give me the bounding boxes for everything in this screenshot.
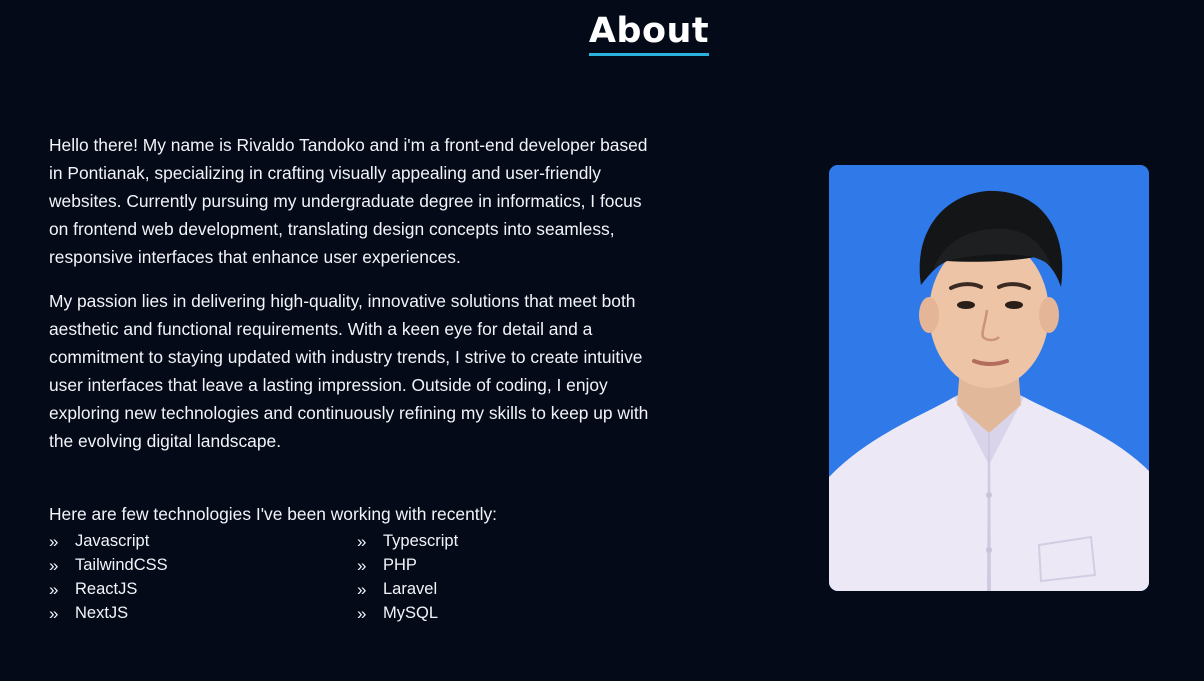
chevron-double-right-icon: »: [49, 579, 59, 599]
tech-label: ReactJS: [75, 579, 138, 598]
tech-item: » Javascript: [49, 529, 357, 553]
about-description: Hello there! My name is Rivaldo Tandoko …: [49, 131, 659, 471]
portrait-illustration: [829, 165, 1149, 591]
section-title: About: [588, 10, 710, 56]
about-section: About Hello there! My name is Rivaldo Ta…: [0, 0, 1204, 681]
about-paragraph-1: Hello there! My name is Rivaldo Tandoko …: [49, 135, 648, 267]
tech-label: PHP: [383, 555, 417, 574]
about-paragraph-2: My passion lies in delivering high-quali…: [49, 291, 649, 451]
chevron-double-right-icon: »: [357, 531, 367, 551]
tech-label: NextJS: [75, 603, 129, 622]
tech-item: » TailwindCSS: [49, 553, 357, 577]
section-title-wrapper: About: [0, 10, 1204, 56]
tech-label: Typescript: [383, 531, 459, 550]
tech-item: » PHP: [357, 553, 665, 577]
tech-item: » ReactJS: [49, 577, 357, 601]
chevron-double-right-icon: »: [357, 603, 367, 623]
chevron-double-right-icon: »: [357, 555, 367, 575]
tech-intro: Here are few technologies I've been work…: [49, 504, 497, 524]
tech-label: Laravel: [383, 579, 438, 598]
tech-list: » Javascript » Typescript » TailwindCSS …: [49, 529, 669, 625]
tech-item: » Laravel: [357, 577, 665, 601]
chevron-double-right-icon: »: [49, 555, 59, 575]
profile-photo: [829, 165, 1149, 591]
tech-label: MySQL: [383, 603, 439, 622]
tech-label: Javascript: [75, 531, 150, 550]
chevron-double-right-icon: »: [49, 603, 59, 623]
chevron-double-right-icon: »: [49, 531, 59, 551]
tech-label: TailwindCSS: [75, 555, 168, 574]
tech-item: » Typescript: [357, 529, 665, 553]
tech-item: » MySQL: [357, 601, 665, 625]
tech-item: » NextJS: [49, 601, 357, 625]
chevron-double-right-icon: »: [357, 579, 367, 599]
